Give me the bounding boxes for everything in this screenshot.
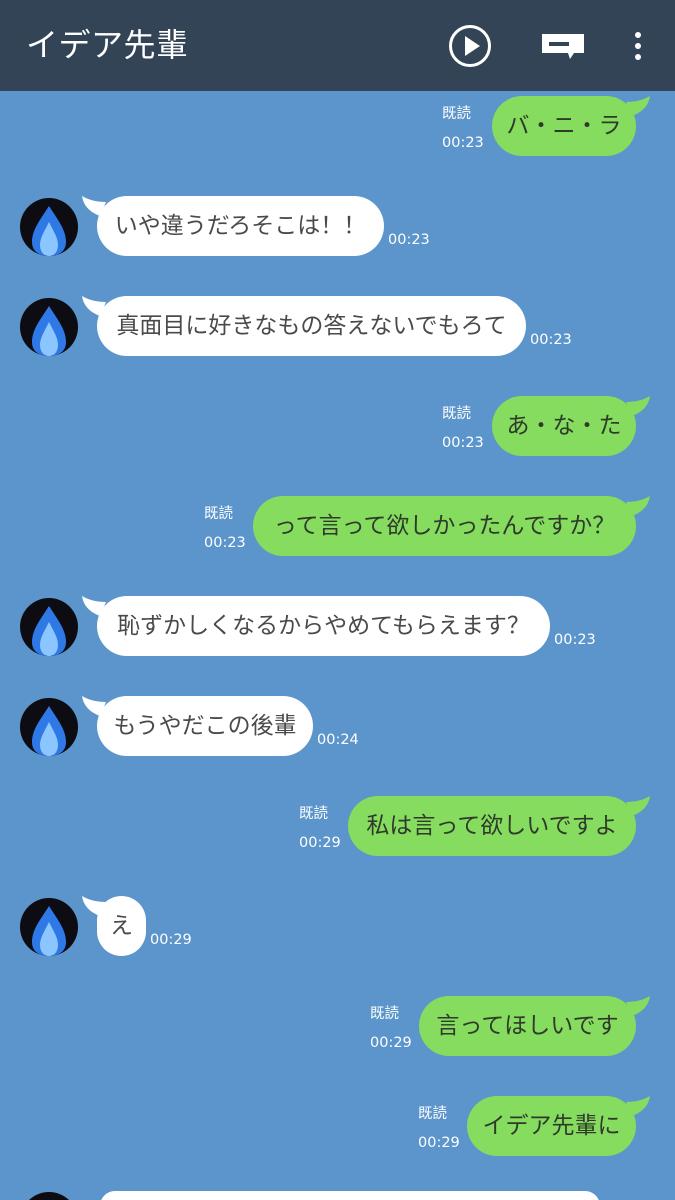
message-meta: 既読 00:23 <box>204 504 246 553</box>
message-time: 00:29 <box>370 1035 412 1051</box>
incoming-message-bubble[interactable]: 恥ずかしくなるからやめてもらえます？ <box>97 596 550 656</box>
message-row: いや違うだろそこは！！ 00:23 <box>0 192 675 262</box>
outgoing-message-bubble[interactable]: 私は言って欲しいですよ <box>348 796 636 856</box>
contact-avatar[interactable] <box>20 198 78 256</box>
read-status: 既読 <box>442 406 471 422</box>
message-time: 00:23 <box>388 232 430 248</box>
message-row: え 00:29 <box>0 892 675 962</box>
incoming-message-bubble-partial[interactable] <box>100 1191 600 1200</box>
read-status: 既読 <box>299 806 328 822</box>
message-row: 既読 00:29 言ってほしいです <box>0 992 675 1062</box>
message-time: 00:29 <box>418 1135 460 1151</box>
chat-header: イデア先輩 <box>0 0 675 91</box>
message-time: 00:23 <box>530 332 572 348</box>
message-row: もうやだこの後輩 00:24 <box>0 692 675 762</box>
flame-icon <box>32 306 66 356</box>
message-meta: 既読 00:29 <box>299 804 341 853</box>
outgoing-message-bubble[interactable]: イデア先輩に <box>467 1096 636 1156</box>
message-meta: 既読 00:23 <box>442 404 484 453</box>
play-button[interactable] <box>446 0 494 91</box>
message-meta: 既読 00:29 <box>370 1004 412 1053</box>
flame-icon <box>32 606 66 656</box>
message-row: 既読 00:23 って言って欲しかったんですか？ <box>0 492 675 562</box>
bubble-tail <box>626 96 650 116</box>
contact-avatar[interactable] <box>20 298 78 356</box>
flame-icon <box>32 906 66 956</box>
message-time: 00:23 <box>554 632 596 648</box>
flame-icon <box>32 206 66 256</box>
bubble-tail <box>626 496 650 516</box>
message-row: 真面目に好きなもの答えないでもろて 00:23 <box>0 292 675 362</box>
message-time: 00:24 <box>317 732 359 748</box>
message-meta: 既読 00:23 <box>442 104 484 153</box>
message-row: 既読 00:23 あ・な・た <box>0 392 675 462</box>
more-vertical-icon <box>635 31 641 60</box>
read-status: 既読 <box>442 106 471 122</box>
read-status: 既読 <box>370 1006 399 1022</box>
contact-avatar[interactable] <box>20 598 78 656</box>
outgoing-message-bubble[interactable]: バ・ニ・ラ <box>492 96 636 156</box>
contact-avatar[interactable] <box>20 898 78 956</box>
note-button[interactable] <box>538 0 588 91</box>
chat-area[interactable]: 既読 00:23 バ・ニ・ラ いや違うだろそこは！！ 00:23 真面目に好きな… <box>0 91 675 1200</box>
message-row: 既読 00:29 私は言って欲しいですよ <box>0 792 675 862</box>
message-row: 恥ずかしくなるからやめてもらえます？ 00:23 <box>0 592 675 662</box>
message-meta: 既読 00:29 <box>418 1104 460 1153</box>
flame-icon <box>32 706 66 756</box>
outgoing-message-bubble[interactable]: 言ってほしいです <box>419 996 636 1056</box>
incoming-message-bubble[interactable]: もうやだこの後輩 <box>97 696 313 756</box>
bubble-tail <box>626 1096 650 1116</box>
outgoing-message-bubble[interactable]: って言って欲しかったんですか？ <box>253 496 636 556</box>
incoming-message-bubble[interactable]: いや違うだろそこは！！ <box>97 196 384 256</box>
incoming-message-bubble[interactable]: 真面目に好きなもの答えないでもろて <box>97 296 526 356</box>
more-options-button[interactable] <box>622 0 654 91</box>
message-row: 既読 00:23 バ・ニ・ラ <box>0 92 675 162</box>
message-row: 既読 00:29 イデア先輩に <box>0 1092 675 1162</box>
incoming-message-bubble[interactable]: え <box>97 896 146 956</box>
message-time: 00:23 <box>204 535 246 551</box>
message-time: 00:29 <box>150 932 192 948</box>
bubble-tail <box>626 996 650 1016</box>
chat-title: イデア先輩 <box>26 26 189 64</box>
bubble-tail <box>626 396 650 416</box>
message-time: 00:29 <box>299 835 341 851</box>
message-time: 00:23 <box>442 135 484 151</box>
contact-avatar[interactable] <box>20 1192 78 1200</box>
message-time: 00:23 <box>442 435 484 451</box>
contact-avatar[interactable] <box>20 698 78 756</box>
read-status: 既読 <box>418 1106 447 1122</box>
bubble-tail <box>626 796 650 816</box>
note-icon <box>542 33 584 59</box>
outgoing-message-bubble[interactable]: あ・な・た <box>492 396 636 456</box>
read-status: 既読 <box>204 506 233 522</box>
play-icon <box>449 24 491 67</box>
